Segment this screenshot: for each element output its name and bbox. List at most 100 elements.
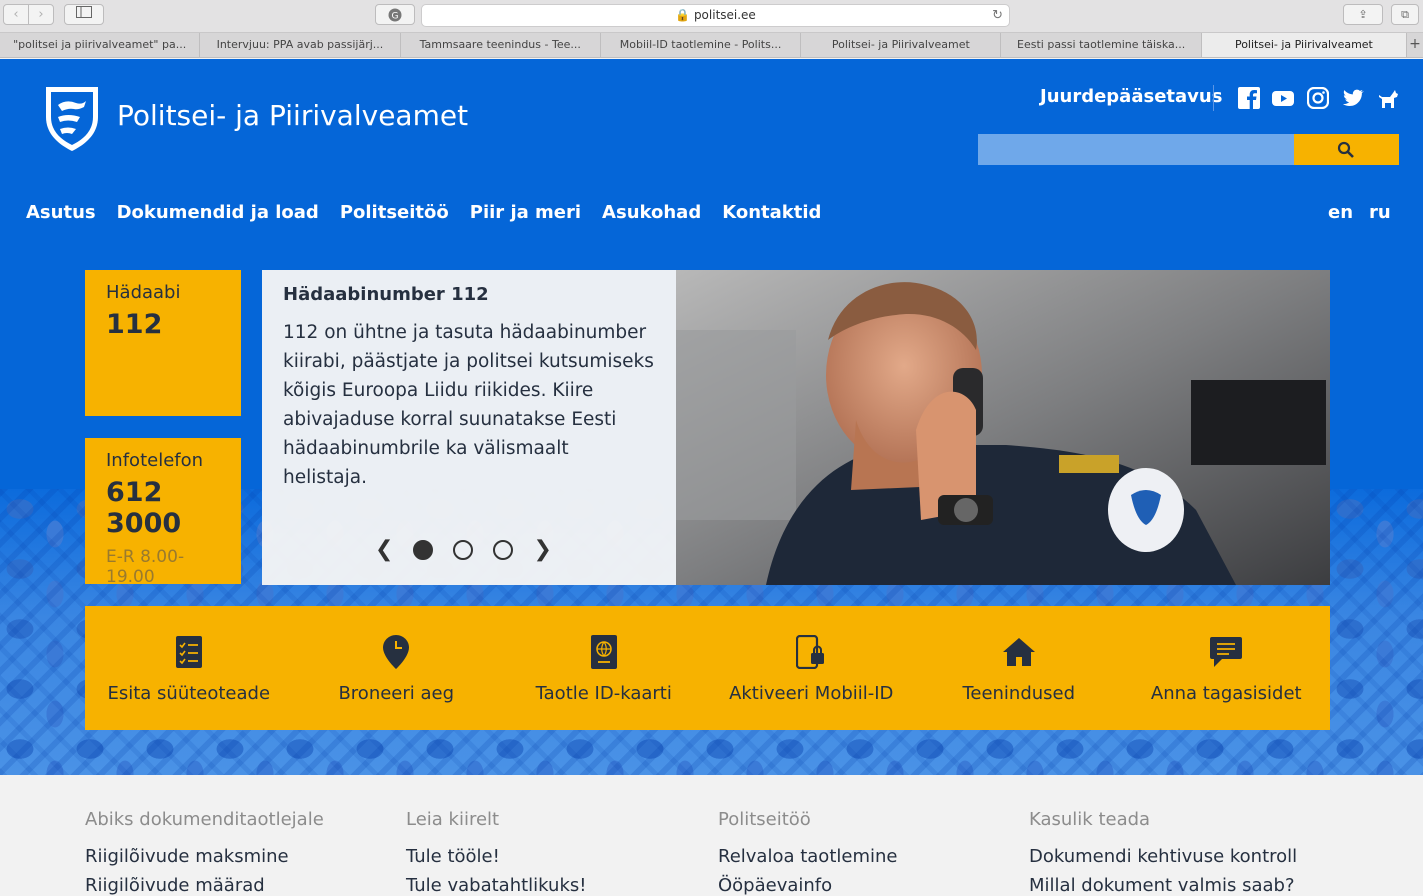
accessibility-link[interactable]: Juurdepääsetavus	[1040, 86, 1222, 107]
share-button[interactable]: ⇪	[1343, 4, 1383, 25]
grammarly-icon: G	[388, 8, 402, 22]
new-tab-button[interactable]: +	[1407, 33, 1423, 57]
tab-3[interactable]: Tammsaare teenindus - Tee...	[401, 33, 601, 57]
share-icon: ⇪	[1358, 8, 1368, 21]
slide-title: Hädaabinumber 112	[283, 284, 489, 305]
info-label: Infotelefon	[106, 450, 204, 471]
officer-phone-photo	[676, 270, 1330, 585]
nav-politseitoo[interactable]: Politseitöö	[340, 202, 449, 223]
header-divider	[1213, 85, 1214, 111]
chevron-left-icon[interactable]: ❮	[375, 539, 393, 561]
quick-label: Esita süüteoteade	[107, 682, 271, 704]
browser-toolbar: ‹ › G 🔒 politsei.ee ↻ ⇪ ⧉	[0, 0, 1423, 33]
info-hours: E-R 8.00-19.00	[106, 547, 185, 587]
footer-link[interactable]: Tule vabatahtlikuks!	[406, 875, 586, 896]
footer-heading: Politseitöö	[718, 809, 811, 830]
footer-link[interactable]: Millal dokument valmis saab?	[1029, 875, 1297, 896]
youtube-icon[interactable]	[1272, 87, 1294, 109]
carousel-dot-2[interactable]	[453, 540, 474, 560]
info-number: 612 3000	[106, 477, 182, 539]
quick-anna-tagasisidet[interactable]: Anna tagasisidet	[1123, 606, 1331, 730]
grammarly-button[interactable]: G	[375, 4, 415, 25]
tab-5[interactable]: Politsei- ja Piirivalveamet	[801, 33, 1002, 57]
tabs-icon: ⧉	[1401, 8, 1409, 21]
back-icon[interactable]: ‹	[4, 5, 28, 24]
footer-link[interactable]: Relvaloa taotlemine	[718, 846, 897, 867]
sidebar-toggle-button[interactable]	[64, 4, 104, 25]
search-button[interactable]	[1294, 134, 1399, 165]
tab-4[interactable]: Mobiil-ID taotlemine - Polits...	[601, 33, 802, 57]
quick-aktiveeri-mobiil-id[interactable]: Aktiveeri Mobiil-ID	[708, 606, 916, 730]
nav-asutus[interactable]: Asutus	[26, 202, 96, 223]
nav-dokumendid[interactable]: Dokumendid ja load	[117, 202, 319, 223]
footer-link[interactable]: Ööpäevainfo	[718, 875, 897, 896]
footer-column-documents: Abiks dokumenditaotlejale Riigilõivude m…	[85, 809, 324, 896]
site-title[interactable]: Politsei- ja Piirivalveamet	[117, 99, 468, 132]
lang-en-link[interactable]: en	[1328, 202, 1353, 223]
lock-icon: 🔒	[675, 8, 691, 22]
carousel-dot-1[interactable]	[413, 540, 434, 560]
slide-text: 112 on ühtne ja tasuta hädaabinumber kii…	[283, 322, 654, 488]
url-text: politsei.ee	[693, 8, 756, 22]
footer-heading: Abiks dokumenditaotlejale	[85, 809, 324, 830]
quick-links-bar: Esita süüteoteade Broneeri aeg Taotle ID…	[85, 606, 1330, 730]
quick-teenindused[interactable]: Teenindused	[915, 606, 1123, 730]
footer-column-quick: Leia kiirelt Tule tööle! Tule vabatahtli…	[406, 809, 586, 896]
phone-lock-icon	[796, 634, 825, 669]
main-navigation: Asutus Dokumendid ja load Politseitöö Pi…	[26, 202, 821, 223]
footer-column-police: Politseitöö Relvaloa taotlemine Ööpäevai…	[718, 809, 897, 896]
carousel-controls: ❮ ❯	[375, 539, 552, 561]
footer-link[interactable]: Riigilõivude maksmine	[85, 846, 324, 867]
quick-label: Anna tagasisidet	[1150, 682, 1302, 704]
search-input[interactable]	[978, 134, 1294, 165]
lang-ru-link[interactable]: ru	[1369, 202, 1391, 223]
svg-text:G: G	[392, 12, 399, 22]
hero-section: Politsei- ja Piirivalveamet Juurdepääset…	[0, 59, 1423, 775]
passport-icon	[590, 634, 617, 669]
address-bar[interactable]: 🔒 politsei.ee ↻	[421, 4, 1010, 27]
location-clock-icon	[383, 634, 410, 669]
reload-icon[interactable]: ↻	[992, 5, 1003, 26]
footer-links: Abiks dokumenditaotlejale Riigilõivude m…	[0, 775, 1423, 896]
police-crest-logo[interactable]	[42, 83, 102, 153]
search-icon	[1337, 141, 1354, 158]
checklist-icon	[175, 635, 202, 668]
chevron-right-icon[interactable]: ❯	[533, 539, 551, 561]
twitter-icon[interactable]	[1342, 87, 1364, 109]
home-icon	[1002, 637, 1035, 666]
nav-piir-ja-meri[interactable]: Piir ja meri	[470, 202, 581, 223]
facebook-icon[interactable]	[1238, 87, 1260, 109]
info-phone-box[interactable]: Infotelefon 612 3000 E-R 8.00-19.00	[85, 438, 241, 587]
quick-esita-suuteoteade[interactable]: Esita süüteoteade	[85, 606, 293, 730]
footer-link[interactable]: Tule tööle!	[406, 846, 586, 867]
tab-6[interactable]: Eesti passi taotlemine täiska...	[1001, 33, 1202, 57]
tab-bar: "politsei ja piirivalveamet" pa... Inter…	[0, 33, 1423, 58]
emergency-box[interactable]: Hädaabi 112	[85, 270, 241, 416]
sidebar-icon	[76, 6, 92, 18]
footer-heading: Leia kiirelt	[406, 809, 500, 830]
slide-caption: Hädaabinumber 112 112 on ühtne ja tasuta…	[262, 270, 676, 585]
quick-label: Aktiveeri Mobiil-ID	[729, 682, 894, 704]
dog-icon[interactable]	[1377, 87, 1399, 109]
tabs-overview-button[interactable]: ⧉	[1391, 4, 1419, 25]
emergency-label: Hädaabi	[106, 282, 181, 303]
quick-label: Taotle ID-kaarti	[535, 682, 672, 704]
footer-column-useful: Kasulik teada Dokumendi kehtivuse kontro…	[1029, 809, 1297, 896]
chat-icon	[1210, 636, 1243, 667]
emergency-number: 112	[106, 309, 163, 340]
carousel-dot-3[interactable]	[493, 540, 514, 560]
instagram-icon[interactable]	[1307, 87, 1329, 109]
quick-taotle-id-kaarti[interactable]: Taotle ID-kaarti	[500, 606, 708, 730]
footer-link[interactable]: Riigilõivude määrad	[85, 875, 324, 896]
tab-1[interactable]: "politsei ja piirivalveamet" pa...	[0, 33, 201, 57]
nav-asukohad[interactable]: Asukohad	[602, 202, 701, 223]
history-buttons: ‹ ›	[3, 4, 54, 25]
footer-link[interactable]: Dokumendi kehtivuse kontroll	[1029, 846, 1297, 867]
tab-7-active[interactable]: Politsei- ja Piirivalveamet	[1201, 33, 1408, 57]
forward-icon[interactable]: ›	[28, 5, 53, 24]
quick-label: Broneeri aeg	[338, 682, 455, 704]
nav-kontaktid[interactable]: Kontaktid	[722, 202, 821, 223]
tab-2[interactable]: Intervjuu: PPA avab passijärj...	[200, 33, 401, 57]
quick-broneeri-aeg[interactable]: Broneeri aeg	[293, 606, 501, 730]
quick-label: Teenindused	[962, 682, 1076, 704]
